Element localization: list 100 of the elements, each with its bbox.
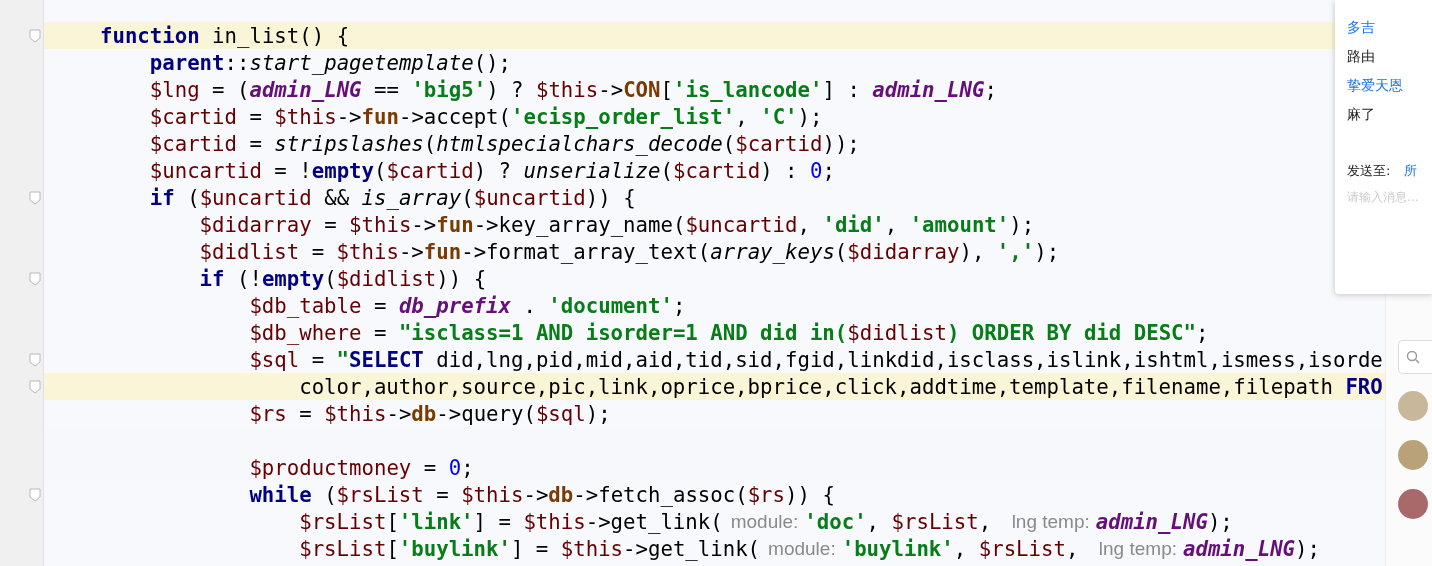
- code-text: = (: [211, 77, 250, 102]
- code-text: ] =: [473, 509, 512, 534]
- string-literal: 'did': [822, 212, 885, 237]
- variable: $uncartid: [149, 158, 262, 183]
- string-literal: "isclass=1 AND isorder=1 AND did in(: [398, 320, 848, 345]
- keyword: parent: [149, 50, 225, 75]
- code-text: )) {: [436, 266, 487, 291]
- code-text: (: [324, 266, 337, 291]
- code-text: =: [310, 239, 326, 264]
- fold-marker-icon[interactable]: [29, 271, 41, 286]
- avatar[interactable]: [1398, 489, 1428, 519]
- code-text: ] =: [510, 536, 550, 561]
- send-to-link[interactable]: 所: [1404, 162, 1418, 180]
- keyword: if: [149, 185, 175, 210]
- code-text: .: [522, 293, 537, 318]
- avatar[interactable]: [1398, 440, 1428, 470]
- code-text: ] :: [822, 77, 861, 102]
- property: db: [411, 401, 437, 426]
- keyword: function: [100, 23, 200, 48]
- variable: $rs: [747, 482, 786, 507]
- code-text: ->get_link(: [585, 509, 723, 534]
- avatar[interactable]: [1398, 391, 1428, 421]
- code-text: );: [1295, 536, 1320, 561]
- string-literal: 'is_lancode': [673, 77, 823, 102]
- code-text: );: [585, 401, 611, 426]
- code-text: =: [298, 401, 313, 426]
- keyword: empty: [311, 158, 374, 183]
- code-text: ,: [866, 509, 881, 534]
- property: fun: [423, 239, 462, 264]
- string-literal: ) ORDER BY did DESC": [946, 320, 1196, 345]
- code-text: ;: [822, 158, 835, 183]
- variable: $rs: [249, 401, 287, 426]
- user-name-link[interactable]: 挚爱天恩: [1347, 74, 1403, 103]
- code-text: );: [1207, 509, 1233, 534]
- variable: $db_table: [249, 293, 362, 318]
- variable: $this: [324, 401, 387, 426]
- fold-marker-icon[interactable]: [29, 190, 41, 205]
- property: CON: [623, 77, 661, 102]
- variable: $cartid: [149, 104, 237, 129]
- variable: $uncartid: [199, 185, 312, 210]
- code-text: ),: [959, 239, 986, 264]
- code-text: =: [435, 482, 450, 507]
- code-text: =: [310, 347, 326, 372]
- code-text: ,: [978, 509, 993, 534]
- fold-marker-icon[interactable]: [29, 487, 41, 502]
- code-text: ->: [523, 482, 549, 507]
- code-text: (: [186, 185, 200, 210]
- keyword: if: [199, 266, 225, 291]
- code-text: in_list() {: [211, 23, 350, 48]
- variable: $db_where: [249, 320, 362, 345]
- code-text: =: [248, 104, 263, 129]
- code-text: ,: [1065, 536, 1080, 561]
- code-text: ) ?: [473, 158, 513, 183]
- code-text: = !: [273, 158, 312, 183]
- code-text: [: [386, 509, 399, 534]
- code-text: &&: [323, 185, 351, 210]
- string-literal: ": [336, 347, 350, 372]
- code-text: ,: [735, 104, 749, 129]
- code-text: );: [1034, 239, 1060, 264]
- code-text: ->: [598, 77, 624, 102]
- code-text: ->get_link(: [623, 536, 761, 561]
- keyword: while: [249, 482, 312, 507]
- code-text: ->key_array_name(: [473, 212, 686, 237]
- fold-marker-icon[interactable]: [29, 379, 41, 394]
- variable: $sql: [249, 347, 300, 372]
- user-name-link[interactable]: 多吉: [1347, 16, 1375, 45]
- code-text: (: [461, 185, 474, 210]
- parameter-hint: lng temp:: [1011, 510, 1090, 533]
- code-text: ->format_array_text(: [461, 239, 711, 264]
- code-text: ->: [411, 212, 437, 237]
- code-text: ;: [984, 77, 997, 102]
- variable: $sql: [535, 401, 586, 426]
- code-text: ();: [473, 50, 512, 75]
- string-literal: ',': [996, 239, 1035, 264]
- variable: $didlist: [847, 320, 947, 345]
- code-text: ;: [1196, 320, 1209, 345]
- code-text: [: [660, 77, 673, 102]
- variable: $this: [523, 509, 586, 534]
- variable: $cartid: [673, 158, 761, 183]
- code-text: ,: [953, 536, 968, 561]
- function-name: htmlspecialchars_decode: [436, 131, 723, 156]
- constant: admin_LNG: [872, 77, 985, 102]
- variable: $rsList: [891, 509, 979, 534]
- search-icon: [1406, 350, 1420, 364]
- function-name: start_pagetemplate: [249, 50, 474, 75]
- fold-marker-icon[interactable]: [29, 28, 41, 43]
- code-text: (: [834, 239, 848, 264]
- property: fun: [436, 212, 474, 237]
- function-name: array_keys: [710, 239, 835, 264]
- keyword: SELECT: [349, 347, 424, 372]
- search-field[interactable]: [1398, 340, 1432, 374]
- variable: $didlist: [199, 239, 300, 264]
- string-literal: 'ecisp_order_list': [511, 104, 736, 129]
- code-text: ,: [884, 212, 899, 237]
- code-text: ));: [822, 131, 860, 156]
- number: 0: [448, 455, 462, 480]
- variable: $rsList: [299, 536, 387, 561]
- string-literal: 'buylink': [398, 536, 511, 561]
- keyword: empty: [261, 266, 325, 291]
- fold-marker-icon[interactable]: [29, 352, 41, 367]
